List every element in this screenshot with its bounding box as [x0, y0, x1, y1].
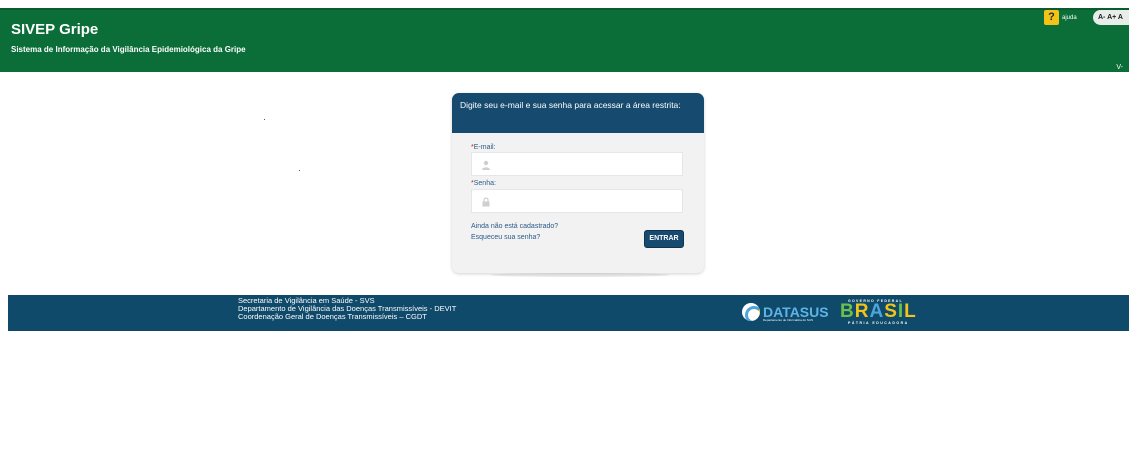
password-label: *Senha: [471, 180, 496, 187]
footer-line: Coordenação Geral de Doenças Transmissív… [238, 312, 427, 321]
datasus-swirl-icon [742, 303, 760, 321]
font-size-controls[interactable]: A- A+ A [1093, 10, 1129, 25]
gov-logo: GOVERNO FEDERAL BRASIL PÁTRIA EDUCADORA [840, 299, 917, 325]
user-icon [481, 160, 491, 170]
password-label-text: Senha: [473, 180, 496, 187]
forgot-password-link[interactable]: Esqueceu sua senha? [471, 234, 540, 241]
card-shadow [490, 273, 670, 277]
email-label-text: E-mail: [473, 144, 496, 151]
register-link[interactable]: Ainda não está cadastrado? [471, 223, 558, 230]
app-footer: Secretaria de Vigilância em Saúde - SVS … [8, 295, 1129, 331]
datasus-name: DATASUS [763, 304, 829, 320]
email-field[interactable] [471, 152, 683, 176]
datasus-subtitle: Departamento de Informática do SUS [763, 318, 814, 322]
app-header: SIVEP Gripe Sistema de Informação da Vig… [0, 8, 1129, 72]
datasus-logo: DATASUS Departamento de Informática do S… [742, 303, 829, 322]
gov-letter: S [884, 301, 898, 322]
version-label: V- [1116, 64, 1123, 71]
help-label: ajuda [1062, 14, 1077, 21]
gov-letter: A [869, 301, 885, 322]
gov-letter: L [904, 301, 917, 322]
gov-bottom-text: PÁTRIA EDUCADORA [848, 321, 909, 325]
login-heading: Digite seu e-mail e sua senha para acess… [452, 93, 704, 133]
decorative-dot [264, 119, 265, 120]
app-title: SIVEP Gripe [11, 21, 99, 38]
footer-org-lines: Secretaria de Vigilância em Saúde - SVS … [238, 297, 456, 321]
help-icon: ? [1044, 10, 1059, 25]
email-label: *E-mail: [471, 144, 496, 151]
login-button[interactable]: ENTRAR [644, 230, 684, 248]
app-subtitle: Sistema de Informação da Vigilância Epid… [11, 45, 246, 54]
gov-letter: B [840, 301, 855, 322]
help-button[interactable]: ? ajuda [1044, 10, 1077, 25]
gov-letter: R [854, 301, 870, 322]
password-input[interactable] [498, 192, 678, 210]
decorative-dot [299, 170, 300, 171]
login-card: Digite seu e-mail e sua senha para acess… [452, 93, 704, 273]
password-field[interactable] [471, 189, 683, 213]
gov-brasil-word: BRASIL [840, 301, 917, 322]
lock-icon [481, 197, 491, 207]
email-input[interactable] [498, 155, 678, 173]
